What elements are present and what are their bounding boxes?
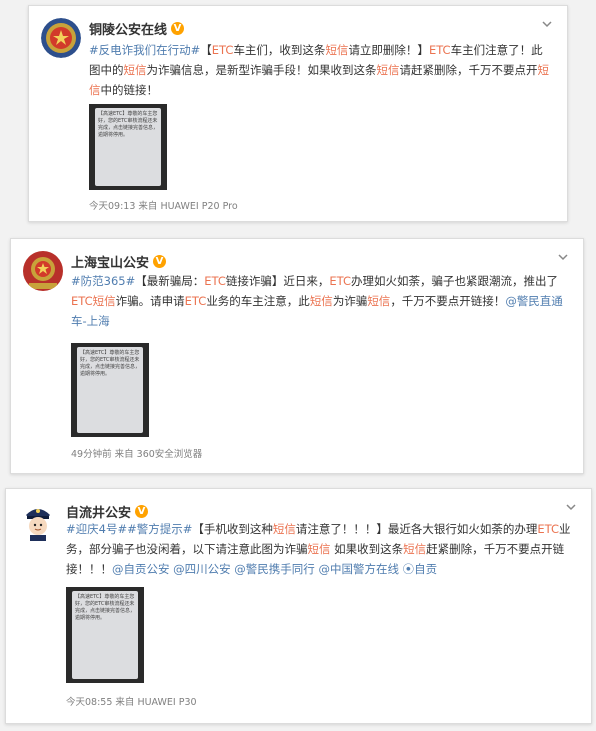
highlight-keyword: 短信 [272, 522, 296, 536]
sms-screenshot-image[interactable]: 【高速ETC】尊敬的车主您好，您的ETC审核流程还未完成，点击链接完善信息，逾期… [71, 343, 149, 437]
post-text-segment: 请立即删除！】 [348, 43, 429, 57]
post-source: 来自 HUAWEI P20 Pro [138, 201, 238, 212]
post-text-segment: 为诈骗信息，是新型诈骗手段！如果收到这条 [146, 63, 377, 77]
verified-icon: V [171, 22, 185, 35]
post-time[interactable]: 今天08:55 [66, 697, 112, 708]
highlight-keyword: ETC [184, 294, 207, 308]
post-text-segment: 办理如火如荼，骗子也紧跟潮流，推出了 [351, 274, 559, 288]
post-time[interactable]: 49分钟前 [71, 449, 112, 460]
post-source: 来自 360安全浏览器 [114, 449, 203, 460]
weibo-post-card: 铜陵公安在线 V #反电诈我们在行动#【ETC车主们，收到这条短信请立即删除！】… [28, 5, 568, 222]
post-meta: 今天09:13 来自 HUAWEI P20 Pro [89, 198, 238, 212]
post-text-segment: 车主们，收到这条 [233, 43, 326, 57]
topic-or-mention-link[interactable]: #反电诈我们在行动# [89, 43, 200, 57]
post-text-segment: 请赶紧删除，千万不要点开 [399, 63, 538, 77]
topic-or-mention-link[interactable]: #防范365# [71, 274, 135, 288]
highlight-keyword: ETC短信 [71, 294, 116, 308]
highlight-keyword: 短信 [309, 294, 333, 308]
post-text-segment: 【最新骗局： [135, 274, 205, 288]
highlight-keyword: ETC [204, 274, 226, 288]
post-text-segment: 【手机收到这种 [192, 522, 273, 536]
post-meta: 49分钟前 来自 360安全浏览器 [71, 446, 202, 460]
police-badge-avatar[interactable] [23, 251, 63, 291]
sms-image-text: 【高速ETC】尊敬的车主您好，您的ETC审核流程还未完成，点击链接完善信息，逾期… [77, 347, 143, 433]
highlight-keyword: 短信 [367, 294, 391, 308]
sms-screenshot-image[interactable]: 【高速ETC】尊敬的车主您好，您的ETC审核流程还未完成，点击链接完善信息，逾期… [89, 104, 167, 190]
weibo-post-card: 上海宝山公安 V #防范365#【最新骗局：ETC链接诈骗】近日来，ETC办理如… [10, 238, 584, 474]
verified-icon: V [153, 255, 167, 268]
chevron-down-icon[interactable] [565, 501, 577, 513]
post-time[interactable]: 今天09:13 [89, 201, 135, 212]
highlight-keyword: 短信 [307, 542, 331, 556]
highlight-keyword: 短信 [123, 63, 147, 77]
chevron-down-icon[interactable] [557, 251, 569, 263]
sms-image-text: 【高速ETC】尊敬的车主您好，您的ETC审核流程还未完成，点击链接完善信息，逾期… [72, 591, 138, 679]
highlight-keyword: 短信 [403, 542, 427, 556]
post-text-segment: 链接诈骗】近日来， [225, 274, 330, 288]
post-text-segment: 【 [200, 43, 212, 57]
account-name[interactable]: 上海宝山公安 [71, 252, 149, 271]
highlight-keyword: ETC [329, 274, 352, 288]
post-text-segment: 中的链接！ [100, 83, 159, 97]
cartoon-police-avatar[interactable] [18, 501, 58, 541]
police-badge-avatar[interactable] [41, 18, 81, 58]
post-text-segment: 业务的车主注意，此 [206, 294, 310, 308]
post-text-segment: 诈骗。请申请 [115, 294, 185, 308]
chevron-down-icon[interactable] [541, 18, 553, 30]
topic-or-mention-link[interactable]: #迎庆4号##警方提示# [66, 522, 192, 536]
highlight-keyword: 短信 [376, 63, 400, 77]
account-name-row[interactable]: 铜陵公安在线 V [89, 19, 185, 38]
post-text: #迎庆4号##警方提示#【手机收到这种短信请注意了！！！】最近各大银行如火如荼的… [66, 519, 576, 579]
highlight-keyword: ETC [428, 43, 451, 57]
topic-or-mention-link[interactable]: @自贡公安 @四川公安 @警民携手同行 @中国警方在线 ⦿自贡 [112, 562, 437, 576]
post-text-segment: 为诈骗 [332, 294, 368, 308]
highlight-keyword: ETC [537, 522, 560, 536]
sms-image-text: 【高速ETC】尊敬的车主您好，您的ETC审核流程还未完成，点击链接完善信息，逾期… [95, 108, 161, 186]
account-name-row[interactable]: 上海宝山公安 V [71, 252, 167, 271]
post-text-segment: 请注意了！！！】最近各大银行如火如荼的办理 [295, 522, 538, 536]
post-text: #反电诈我们在行动#【ETC车主们，收到这条短信请立即删除！】ETC车主们注意了… [89, 40, 549, 100]
post-text-segment: 如果收到这条 [330, 542, 404, 556]
post-source: 来自 HUAWEI P30 [115, 697, 197, 708]
highlight-keyword: 短信 [325, 43, 349, 57]
highlight-keyword: ETC [211, 43, 234, 57]
post-text: #防范365#【最新骗局：ETC链接诈骗】近日来，ETC办理如火如荼，骗子也紧跟… [71, 271, 571, 331]
verified-icon: V [135, 505, 149, 518]
sms-screenshot-image[interactable]: 【高速ETC】尊敬的车主您好，您的ETC审核流程还未完成，点击链接完善信息，逾期… [66, 587, 144, 683]
weibo-post-card: 自流井公安 V #迎庆4号##警方提示#【手机收到这种短信请注意了！！！】最近各… [5, 488, 592, 724]
post-meta: 今天08:55 来自 HUAWEI P30 [66, 694, 197, 708]
account-name[interactable]: 铜陵公安在线 [89, 19, 167, 38]
post-text-segment: ，千万不要点开链接！ [390, 294, 506, 308]
